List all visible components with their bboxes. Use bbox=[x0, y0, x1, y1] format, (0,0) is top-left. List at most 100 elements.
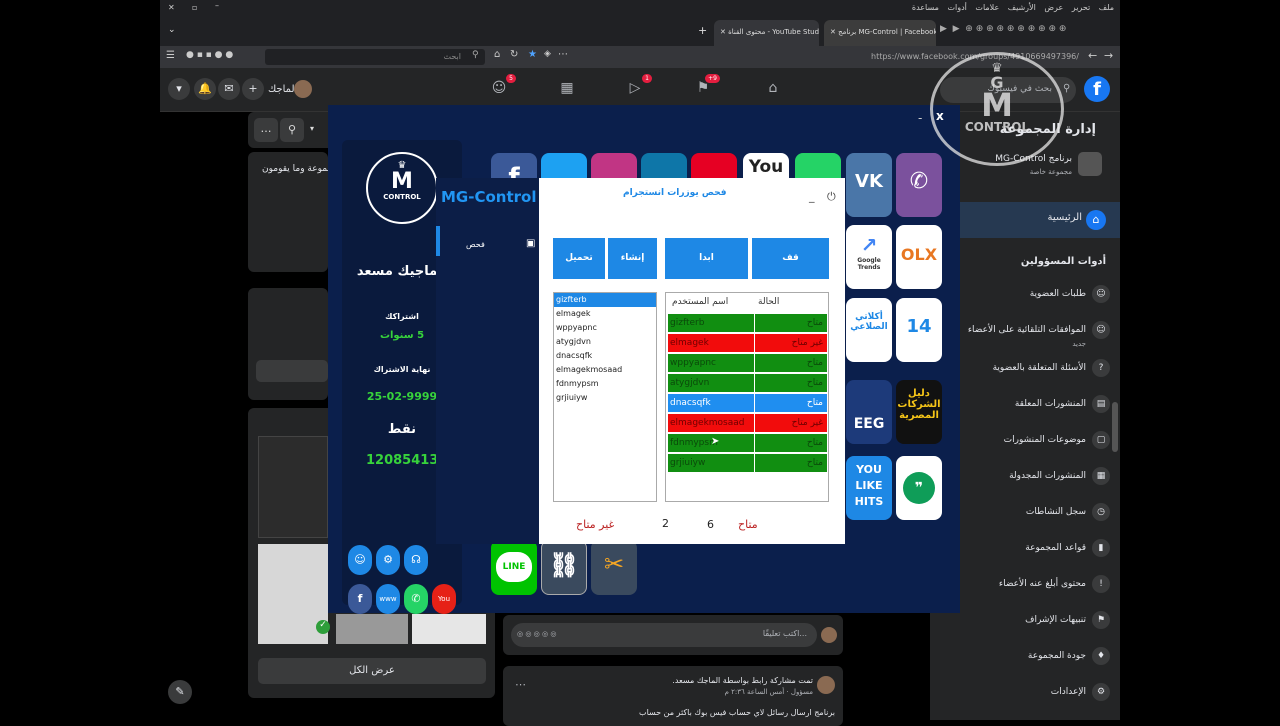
nav-item-check[interactable]: فحص ▣ bbox=[448, 234, 538, 254]
line-tile[interactable]: LINE bbox=[491, 540, 537, 595]
search-icon[interactable]: ⚲ bbox=[280, 118, 304, 142]
sidebar-item[interactable]: ▤ المنشورات المعلقة bbox=[937, 394, 1112, 414]
list-item[interactable]: dnacsqfk bbox=[554, 349, 656, 363]
dalil-tile[interactable]: دليل الشركات المصرية bbox=[896, 380, 942, 444]
sidebar-item[interactable]: ◷ سجل النشاطات bbox=[937, 502, 1112, 522]
messenger-button[interactable]: ✉ bbox=[218, 78, 240, 100]
media-thumbnail[interactable] bbox=[412, 614, 486, 644]
facebook-logo-icon[interactable]: f bbox=[1084, 76, 1110, 102]
aklaty-tile[interactable]: أكلاتي الصلاعي bbox=[846, 298, 892, 362]
load-file-button[interactable]: تحميل الملف bbox=[553, 238, 605, 304]
window-close-icon[interactable]: ✕ bbox=[168, 3, 175, 12]
notifications-button[interactable]: 🔔 bbox=[194, 78, 216, 100]
power-icon[interactable]: ⏻ bbox=[827, 190, 836, 204]
tab-facebook[interactable]: ✕ برنامج MG-Control | Facebook bbox=[824, 20, 936, 46]
menu-item[interactable]: علامات bbox=[975, 3, 999, 12]
sidebar-item[interactable]: ▢ موضوعات المنشورات bbox=[937, 430, 1112, 450]
stop-button[interactable]: قف bbox=[752, 238, 829, 279]
list-item[interactable]: wppyapnc bbox=[554, 321, 656, 335]
gaming-icon[interactable]: ⚑ +9 bbox=[694, 74, 720, 98]
marketplace-icon[interactable]: ▦ bbox=[558, 80, 576, 98]
tab-youtube-studio[interactable]: ✕ محتوى القناة - YouTube Studio bbox=[714, 20, 819, 46]
media-thumbnail[interactable] bbox=[258, 436, 328, 538]
eeg-tile[interactable]: EEG bbox=[846, 380, 892, 444]
tab-close-icon[interactable]: ✕ bbox=[830, 28, 838, 36]
sidebar-item[interactable]: ▦ المنشورات المجدولة bbox=[937, 466, 1112, 486]
pinned-tabs[interactable]: ▶ ▶ ⊕ ⊕ ⊕ ⊕ ⊕ ⊕ ⊕ ⊕ ⊕ ⊕ bbox=[940, 24, 1066, 34]
window-restore-icon[interactable]: ▫ bbox=[192, 3, 197, 12]
window-minimize-icon[interactable]: – bbox=[215, 1, 219, 10]
emoji-icons[interactable]: ◎ ◎ ◎ ◎ ◎ bbox=[517, 630, 556, 638]
table-row[interactable]: elmagekmosaad غير متاح bbox=[668, 414, 827, 433]
groups-icon[interactable]: ☺ 5 bbox=[490, 74, 516, 98]
table-row[interactable]: gizfterb متاح bbox=[668, 314, 827, 333]
viber-tile[interactable]: ✆ bbox=[896, 153, 942, 217]
minimize-icon[interactable]: _ bbox=[809, 190, 815, 203]
comment-input[interactable]: اكتب تعليقًا... bbox=[511, 623, 817, 647]
youlikehits-tile[interactable]: YOU LIKE HITS bbox=[846, 456, 892, 520]
menu-item[interactable]: عرض bbox=[1044, 3, 1063, 12]
menu-item[interactable]: ملف bbox=[1099, 3, 1114, 12]
create-list-button[interactable]: إنشاء قائمة bbox=[608, 238, 657, 304]
list-item[interactable]: atygjdvn bbox=[554, 335, 656, 349]
menu-icon[interactable]: ☰ bbox=[166, 50, 175, 61]
sidebar-item[interactable]: ♦ جودة المجموعة bbox=[937, 646, 1112, 666]
google-trends-tile[interactable]: ↗ Google Trends bbox=[846, 225, 892, 289]
list-item[interactable]: gizfterb bbox=[554, 293, 656, 307]
website-icon[interactable]: www bbox=[376, 584, 400, 614]
profile-name[interactable]: الماجك bbox=[268, 84, 297, 95]
minimize-button[interactable]: - bbox=[918, 111, 922, 125]
hangouts-tile[interactable]: ❞ bbox=[896, 456, 942, 520]
dropdown-icon[interactable]: ▾ bbox=[310, 124, 314, 133]
group-avatar[interactable] bbox=[1078, 152, 1102, 176]
home-icon[interactable]: ⌂ bbox=[764, 80, 782, 98]
back-icon[interactable]: ← bbox=[1088, 49, 1097, 62]
fourteen-tile[interactable]: 14 bbox=[896, 298, 942, 362]
watch-icon[interactable]: ▷ 1 bbox=[626, 74, 652, 98]
bookmark-icon[interactable]: ★ bbox=[528, 49, 537, 60]
whatsapp-icon[interactable]: ✆ bbox=[404, 584, 428, 614]
list-item[interactable]: elmagek bbox=[554, 307, 656, 321]
status-table[interactable]: الحالة اسم المستخدم gizfterb متاح elmagek غ… bbox=[665, 292, 829, 502]
edit-icon[interactable]: ✎ bbox=[168, 680, 192, 704]
create-button[interactable]: + bbox=[242, 78, 264, 100]
table-row[interactable]: grjiuiyw متاح bbox=[668, 454, 827, 473]
menu-item[interactable]: أدوات bbox=[947, 3, 966, 12]
card-button[interactable] bbox=[256, 360, 328, 382]
sidebar-item[interactable]: ⚙ الإعدادات bbox=[937, 682, 1112, 702]
sidebar-item[interactable]: ! محتوى أبلغ عنه الأعضاء bbox=[937, 574, 1112, 594]
table-row[interactable]: fdnmypsm متاح bbox=[668, 434, 827, 453]
reload-icon[interactable]: ↻ bbox=[510, 49, 518, 60]
tab-close-icon[interactable]: ✕ bbox=[720, 28, 728, 36]
browser-search-input[interactable]: ابحث bbox=[265, 49, 485, 65]
menu-item[interactable]: تحرير bbox=[1072, 3, 1090, 12]
table-row[interactable]: dnacsqfk متاح bbox=[668, 394, 827, 413]
table-row[interactable]: wppyapnc متاح bbox=[668, 354, 827, 373]
shield-icon[interactable]: ◈ bbox=[544, 49, 551, 59]
post-options-icon[interactable]: ⋯ bbox=[515, 678, 526, 691]
list-item[interactable]: grjiuiyw bbox=[554, 391, 656, 405]
extension-icons[interactable]: ● ▪ ▪ ● ● bbox=[186, 50, 233, 60]
sidebar-item[interactable]: ⚑ تنبيهات الإشراف bbox=[937, 610, 1112, 630]
sidebar-item[interactable]: ? الأسئلة المتعلقة بالعضوية bbox=[937, 358, 1112, 378]
table-row[interactable]: atygjdvn متاح bbox=[668, 374, 827, 393]
youtube-icon[interactable]: You bbox=[432, 584, 456, 614]
more-icon[interactable]: ⋯ bbox=[558, 49, 568, 60]
menu-item[interactable]: الأرشيف bbox=[1008, 3, 1036, 12]
sidebar-item[interactable]: ☺ طلبات العضوية bbox=[937, 284, 1112, 304]
vk-tile[interactable]: VK bbox=[846, 153, 892, 217]
home-icon[interactable]: ⌂ bbox=[494, 49, 500, 60]
settings-icon[interactable]: ⚙ bbox=[376, 545, 400, 575]
sidebar-scrollbar[interactable] bbox=[1112, 402, 1118, 452]
list-item[interactable]: fdnmypsm bbox=[554, 377, 656, 391]
support-icon[interactable]: ☊ bbox=[404, 545, 428, 575]
show-all-button[interactable]: عرض الكل bbox=[258, 658, 486, 684]
facebook-icon[interactable]: f bbox=[348, 584, 372, 614]
tools-tile[interactable]: ✂ bbox=[591, 540, 637, 595]
list-item[interactable]: elmagekmosaad bbox=[554, 363, 656, 377]
more-options-icon[interactable]: … bbox=[254, 118, 278, 142]
olx-tile[interactable]: OLX bbox=[896, 225, 942, 289]
sidebar-item[interactable]: ☺ الموافقات التلقائية على الأعضاء جديد bbox=[937, 320, 1112, 348]
new-tab-icon[interactable]: + bbox=[698, 24, 707, 37]
table-row[interactable]: elmagek غير متاح bbox=[668, 334, 827, 353]
